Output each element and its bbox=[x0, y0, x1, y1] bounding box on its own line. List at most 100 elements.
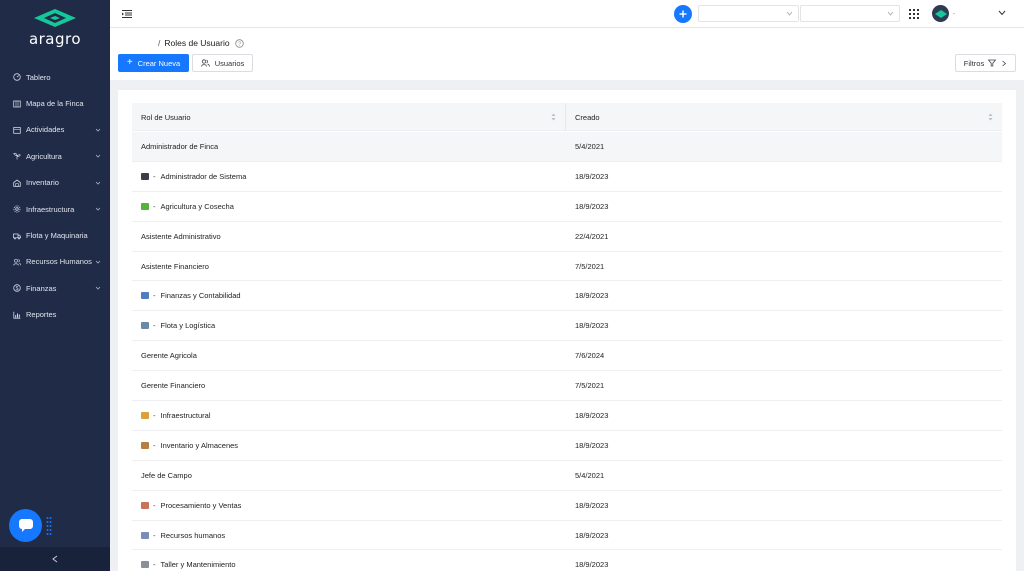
cell-role[interactable]: Asistente Financiero bbox=[132, 262, 566, 271]
sidebar-item-inventario[interactable]: Inventario bbox=[0, 170, 110, 196]
map-icon bbox=[13, 100, 21, 107]
cell-role[interactable]: Jefe de Campo bbox=[132, 471, 566, 480]
chevron-down-icon bbox=[95, 128, 101, 132]
dashboard-icon bbox=[13, 73, 21, 81]
cell-created: 18/9/2023 bbox=[566, 560, 1002, 569]
table-row[interactable]: - Administrador de Sistema 18/9/2023 bbox=[132, 162, 1002, 192]
roles-table-card: Rol de Usuario Creado Administrador de F… bbox=[118, 90, 1016, 571]
created-date: 18/9/2023 bbox=[575, 500, 609, 510]
season-select[interactable] bbox=[800, 5, 900, 22]
sort-icon[interactable] bbox=[988, 113, 993, 121]
cell-role[interactable]: - Administrador de Sistema bbox=[132, 172, 566, 181]
cell-role[interactable]: - Infraestructural bbox=[132, 411, 566, 420]
cell-role[interactable]: Gerente Financiero bbox=[132, 381, 566, 390]
column-header-created[interactable]: Creado bbox=[566, 103, 1002, 131]
sidebar-item-mapa-de-la-finca[interactable]: Mapa de la Finca bbox=[0, 90, 110, 116]
role-name: Finanzas y Contabilidad bbox=[160, 291, 241, 301]
chevron-down-icon[interactable] bbox=[998, 10, 1006, 16]
sidebar-item-label: Infraestructura bbox=[26, 204, 75, 214]
emoji-separator: - bbox=[153, 500, 156, 510]
cell-role[interactable]: Administrador de Finca bbox=[132, 142, 566, 151]
quick-add-button[interactable] bbox=[674, 5, 692, 23]
drag-handle-icon[interactable] bbox=[46, 516, 52, 536]
chevron-down-icon bbox=[786, 11, 793, 16]
emoji-separator: - bbox=[153, 560, 156, 570]
sidebar-item-label: Actividades bbox=[26, 125, 65, 135]
cell-created: 5/4/2021 bbox=[566, 471, 1002, 480]
cell-role[interactable]: - Flota y Logística bbox=[132, 321, 566, 330]
role-name: Asistente Administrativo bbox=[141, 231, 221, 241]
cell-role[interactable]: - Inventario y Almacenes bbox=[132, 441, 566, 450]
table-row[interactable]: - Agricultura y Cosecha 18/9/2023 bbox=[132, 192, 1002, 222]
truck-icon bbox=[13, 233, 21, 239]
table-row[interactable]: - Finanzas y Contabilidad 18/9/2023 bbox=[132, 281, 1002, 312]
chat-button[interactable] bbox=[9, 509, 42, 542]
cell-role[interactable]: Gerente Agricola bbox=[132, 351, 566, 360]
table-row[interactable]: Administrador de Finca 5/4/2021 bbox=[132, 132, 1002, 162]
role-name: Inventario y Almacenes bbox=[160, 440, 239, 450]
brand-logo[interactable]: aragro bbox=[28, 8, 82, 54]
role-name: Gerente Agricola bbox=[141, 351, 197, 361]
cell-created: 18/9/2023 bbox=[566, 441, 1002, 450]
breadcrumb: / Roles de Usuario ? bbox=[158, 38, 244, 48]
sidebar-item-label: Finanzas bbox=[26, 283, 57, 293]
brand-name: aragro bbox=[28, 30, 82, 48]
sidebar-item-label: Mapa de la Finca bbox=[26, 99, 84, 109]
sidebar-collapse-button[interactable] bbox=[0, 547, 110, 571]
chevron-down-icon bbox=[95, 155, 101, 158]
role-name: Asistente Financiero bbox=[141, 261, 209, 271]
chat-icon bbox=[18, 519, 33, 532]
sidebar-nav: Tablero Mapa de la Finca Actividades Agricu… bbox=[0, 64, 110, 328]
table-row[interactable]: - Inventario y Almacenes 18/9/2023 bbox=[132, 431, 1002, 461]
table-row[interactable]: Jefe de Campo 5/4/2021 bbox=[132, 461, 1002, 491]
sidebar-item-flota-y-maquinaria[interactable]: Flota y Maquinaria bbox=[0, 222, 110, 248]
table-header: Rol de Usuario Creado bbox=[132, 103, 1002, 131]
sidebar-item-infraestructura[interactable]: Infraestructura bbox=[0, 196, 110, 222]
users-icon bbox=[13, 258, 21, 266]
cell-role[interactable]: Asistente Administrativo bbox=[132, 232, 566, 241]
created-date: 7/5/2021 bbox=[575, 261, 605, 271]
cell-created: 7/6/2024 bbox=[566, 351, 1002, 360]
table-row[interactable]: Asistente Financiero 7/5/2021 bbox=[132, 252, 1002, 282]
user-avatar[interactable] bbox=[932, 5, 949, 22]
created-date: 18/9/2023 bbox=[575, 410, 609, 420]
sidebar-item-recursos-humanos[interactable]: Recursos Humanos bbox=[0, 249, 110, 275]
sidebar-item-finanzas[interactable]: $ Finanzas bbox=[0, 275, 110, 301]
table-row[interactable]: - Taller y Mantenimiento 18/9/2023 bbox=[132, 550, 1002, 571]
cell-role[interactable]: - Taller y Mantenimiento bbox=[132, 560, 566, 569]
cell-role[interactable]: - Procesamiento y Ventas bbox=[132, 501, 566, 510]
seedling-emoji bbox=[141, 202, 149, 210]
help-icon[interactable]: ? bbox=[234, 38, 244, 48]
user-name[interactable]: . bbox=[953, 9, 955, 16]
cell-created: 18/9/2023 bbox=[566, 172, 1002, 181]
created-date: 5/4/2021 bbox=[575, 141, 605, 151]
column-header-role[interactable]: Rol de Usuario bbox=[132, 103, 566, 131]
farm-select[interactable] bbox=[698, 5, 799, 22]
create-new-button[interactable]: + Crear Nueva bbox=[118, 54, 189, 72]
table-row[interactable]: - Recursos humanos 18/9/2023 bbox=[132, 521, 1002, 551]
cell-role[interactable]: - Recursos humanos bbox=[132, 531, 566, 540]
truck-emoji bbox=[141, 322, 149, 330]
role-name: Recursos humanos bbox=[160, 530, 226, 540]
sidebar-item-tablero[interactable]: Tablero bbox=[0, 64, 110, 90]
users-button[interactable]: Usuarios bbox=[192, 54, 253, 72]
table-row[interactable]: - Procesamiento y Ventas 18/9/2023 bbox=[132, 491, 1002, 521]
table-row[interactable]: Asistente Administrativo 22/4/2021 bbox=[132, 222, 1002, 252]
top-bar: . bbox=[110, 0, 1024, 28]
emoji-separator: - bbox=[153, 410, 156, 420]
table-row[interactable]: Gerente Agricola 7/6/2024 bbox=[132, 341, 1002, 372]
created-date: 7/6/2024 bbox=[575, 351, 605, 361]
cell-role[interactable]: - Agricultura y Cosecha bbox=[132, 202, 566, 211]
sidebar-item-agricultura[interactable]: Agricultura bbox=[0, 143, 110, 169]
sort-icon[interactable] bbox=[551, 113, 556, 121]
menu-fold-icon[interactable] bbox=[122, 9, 132, 19]
sidebar-item-actividades[interactable]: Actividades bbox=[0, 117, 110, 143]
table-row[interactable]: Gerente Financiero 7/5/2021 bbox=[132, 371, 1002, 402]
apps-grid-icon[interactable] bbox=[909, 9, 919, 19]
chart-icon bbox=[13, 311, 21, 319]
table-row[interactable]: - Infraestructural 18/9/2023 bbox=[132, 401, 1002, 431]
sidebar-item-reportes[interactable]: Reportes bbox=[0, 302, 110, 328]
cell-role[interactable]: - Finanzas y Contabilidad bbox=[132, 291, 566, 300]
filters-button[interactable]: Filtros bbox=[955, 54, 1016, 72]
table-row[interactable]: - Flota y Logística 18/9/2023 bbox=[132, 311, 1002, 342]
